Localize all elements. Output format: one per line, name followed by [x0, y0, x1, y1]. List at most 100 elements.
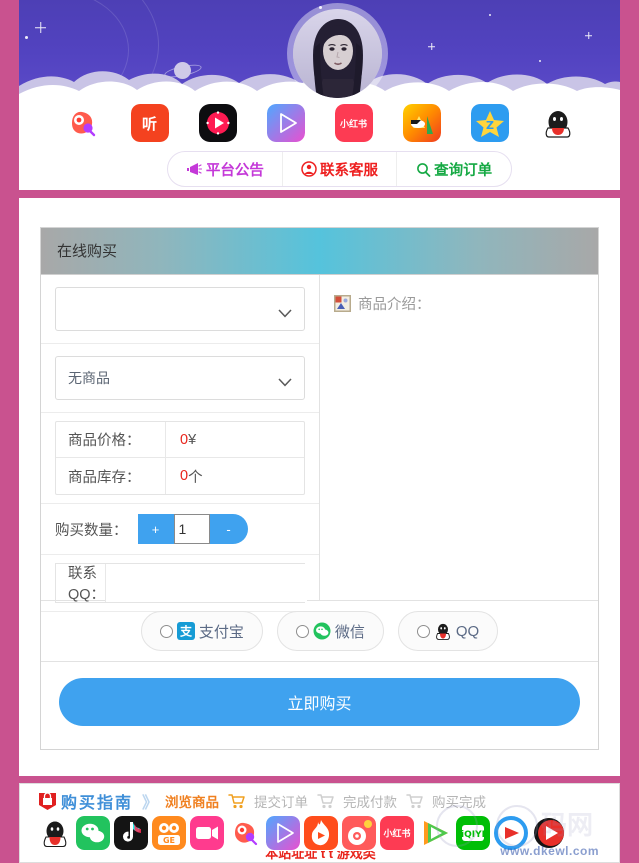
- contact-qq-input[interactable]: [106, 564, 308, 602]
- stock-number: 0: [180, 468, 189, 484]
- xiaohongshu-icon[interactable]: 小红书: [334, 104, 373, 142]
- table-row: 商品库存： 0个: [56, 458, 304, 494]
- product-info-table: 商品价格： 0 ¥ 商品库存： 0个: [55, 421, 305, 495]
- shopping-bag-icon: [38, 791, 57, 811]
- huoshan-icon[interactable]: [304, 816, 338, 850]
- table-row: 商品价格： 0 ¥: [56, 422, 304, 458]
- step-submit-order[interactable]: 提交订单: [254, 791, 308, 811]
- nav-platform-announcement[interactable]: 平台公告: [168, 152, 283, 186]
- category-select[interactable]: [55, 287, 305, 331]
- product-select[interactable]: 无商品: [55, 356, 305, 400]
- search-icon: [416, 162, 431, 177]
- momo-icon[interactable]: [402, 104, 441, 142]
- radio-alipay[interactable]: [159, 624, 173, 638]
- image-icon: [334, 295, 351, 312]
- star-icon: [428, 43, 435, 50]
- buy-now-button[interactable]: 立即购买: [59, 678, 580, 726]
- stock-label: 商品库存：: [56, 458, 166, 494]
- svg-text:支: 支: [179, 624, 193, 639]
- category-select-row: [41, 275, 319, 344]
- price-unit: ¥: [188, 431, 197, 448]
- avatar-image: [293, 9, 382, 98]
- nav-label: 平台公告: [205, 162, 264, 179]
- step-purchase-complete[interactable]: 购买完成: [432, 791, 486, 811]
- payment-option-wechat[interactable]: 微信: [276, 611, 384, 651]
- iqiyi-icon[interactable]: iQIYI: [456, 816, 490, 850]
- qq-icon[interactable]: [38, 816, 72, 850]
- star-icon: [25, 36, 28, 39]
- nav-query-order[interactable]: 查询订单: [397, 152, 511, 186]
- contact-qq-table: 联系QQ：: [55, 563, 308, 603]
- kuaishou-alt-icon[interactable]: [228, 816, 262, 850]
- svg-text:Z: Z: [486, 119, 494, 132]
- payment-label: 微信: [334, 623, 365, 641]
- qq-icon[interactable]: [538, 104, 577, 142]
- bilibili-icon[interactable]: [266, 104, 305, 142]
- brand-icon-strip: GE 小红书 iQIYI: [20, 814, 619, 850]
- product-intro-header: 商品介绍：: [334, 293, 598, 314]
- kuaishou-icon[interactable]: GE: [152, 816, 186, 850]
- contact-qq-label: 联系QQ：: [56, 564, 107, 603]
- kuaishou-icon[interactable]: [62, 104, 101, 142]
- bilibili-icon[interactable]: [266, 816, 300, 850]
- megaphone-icon: [186, 162, 203, 176]
- star-icon: [539, 60, 541, 62]
- chevron-right-icon: 》: [142, 795, 159, 812]
- payment-option-alipay[interactable]: 支 支付宝: [140, 611, 263, 651]
- footer-card: 购买指南 》 浏览商品 提交订单 完成付款 购买完成 GE 小红书 iQIYI: [19, 783, 620, 863]
- product-intro-label: 商品介绍：: [358, 297, 431, 313]
- avatar[interactable]: [287, 3, 388, 104]
- quantity-increase-button[interactable]: +: [137, 514, 174, 544]
- quantity-decrease-button[interactable]: -: [209, 514, 248, 544]
- svg-text:GE: GE: [163, 836, 175, 845]
- header-nav: 平台公告 联系客服 查询订单: [167, 151, 512, 187]
- radio-qq[interactable]: [416, 624, 430, 638]
- radio-wechat[interactable]: [295, 624, 309, 638]
- step-complete-payment[interactable]: 完成付款: [343, 791, 397, 811]
- youku-icon[interactable]: [532, 816, 566, 850]
- star-icon: [585, 32, 592, 39]
- quantity-row: 购买数量： + -: [41, 504, 319, 555]
- purchase-steps: 购买指南 》 浏览商品 提交订单 完成付款 购买完成: [20, 784, 619, 814]
- payment-label: QQ: [455, 622, 480, 640]
- product-info-row: 商品价格： 0 ¥ 商品库存： 0个: [41, 413, 319, 504]
- weishi-icon[interactable]: [198, 104, 237, 142]
- douyin-icon[interactable]: [114, 816, 148, 850]
- purchase-panel: 在线购买 无商品 商品价格： 0 ¥ 商品库存： 0 个 购买数量： + 1 -…: [40, 227, 599, 750]
- stock-value: 0个: [166, 458, 304, 494]
- qzone-icon[interactable]: Z: [470, 104, 509, 142]
- cart-icon: [406, 793, 423, 809]
- app-icon-strip: 听 小红书 Z: [19, 104, 620, 148]
- wechat-icon[interactable]: [76, 816, 110, 850]
- payment-option-qq[interactable]: QQ: [397, 611, 499, 651]
- price-label: 商品价格：: [56, 422, 166, 457]
- nav-label: 联系客服: [320, 162, 378, 179]
- product-select-value: 无商品: [68, 370, 110, 386]
- stock-unit: 个: [188, 469, 203, 486]
- xiaohongshu-icon[interactable]: 小红书: [380, 816, 414, 850]
- purchase-guide-label: 购买指南: [61, 795, 134, 812]
- footer-bottom-cut-text: 本站址址 t t 游戏类: [20, 851, 619, 862]
- quantity-label: 购买数量：: [55, 522, 128, 539]
- price-value: 0 ¥: [166, 422, 304, 457]
- footer-cut-label: 本站址址 t t 游戏类: [265, 851, 376, 861]
- star-icon: [489, 14, 491, 16]
- ting-icon-label: 听: [141, 115, 157, 133]
- tencent-video-icon[interactable]: [418, 816, 452, 850]
- panel-body: 无商品 商品价格： 0 ¥ 商品库存： 0 个 购买数量： + 1 - 联系QQ…: [41, 275, 598, 612]
- step-browse-product[interactable]: 浏览商品: [165, 791, 219, 811]
- xigua-icon[interactable]: [494, 816, 528, 850]
- nav-contact-support[interactable]: 联系客服: [283, 152, 398, 186]
- product-select-row: 无商品: [41, 344, 319, 413]
- quantity-input[interactable]: [173, 514, 210, 544]
- contact-qq-row: 联系QQ：: [41, 555, 319, 612]
- headset-icon: [301, 161, 317, 177]
- purchase-form-column: 无商品 商品价格： 0 ¥ 商品库存： 0 个 购买数量： + 1 - 联系QQ…: [41, 275, 320, 612]
- main-card: 在线购买 无商品 商品价格： 0 ¥ 商品库存： 0 个 购买数量： + 1 -…: [19, 198, 620, 776]
- weibo-icon[interactable]: [342, 816, 376, 850]
- xiaohongshu-icon-label: 小红书: [339, 118, 367, 129]
- ting-icon[interactable]: 听: [130, 104, 169, 142]
- weishi-icon[interactable]: [190, 816, 224, 850]
- header-card: 听 小红书 Z 平台公告 联系客服 查询订单: [19, 0, 620, 190]
- buy-button-wrap: 立即购买: [41, 662, 598, 742]
